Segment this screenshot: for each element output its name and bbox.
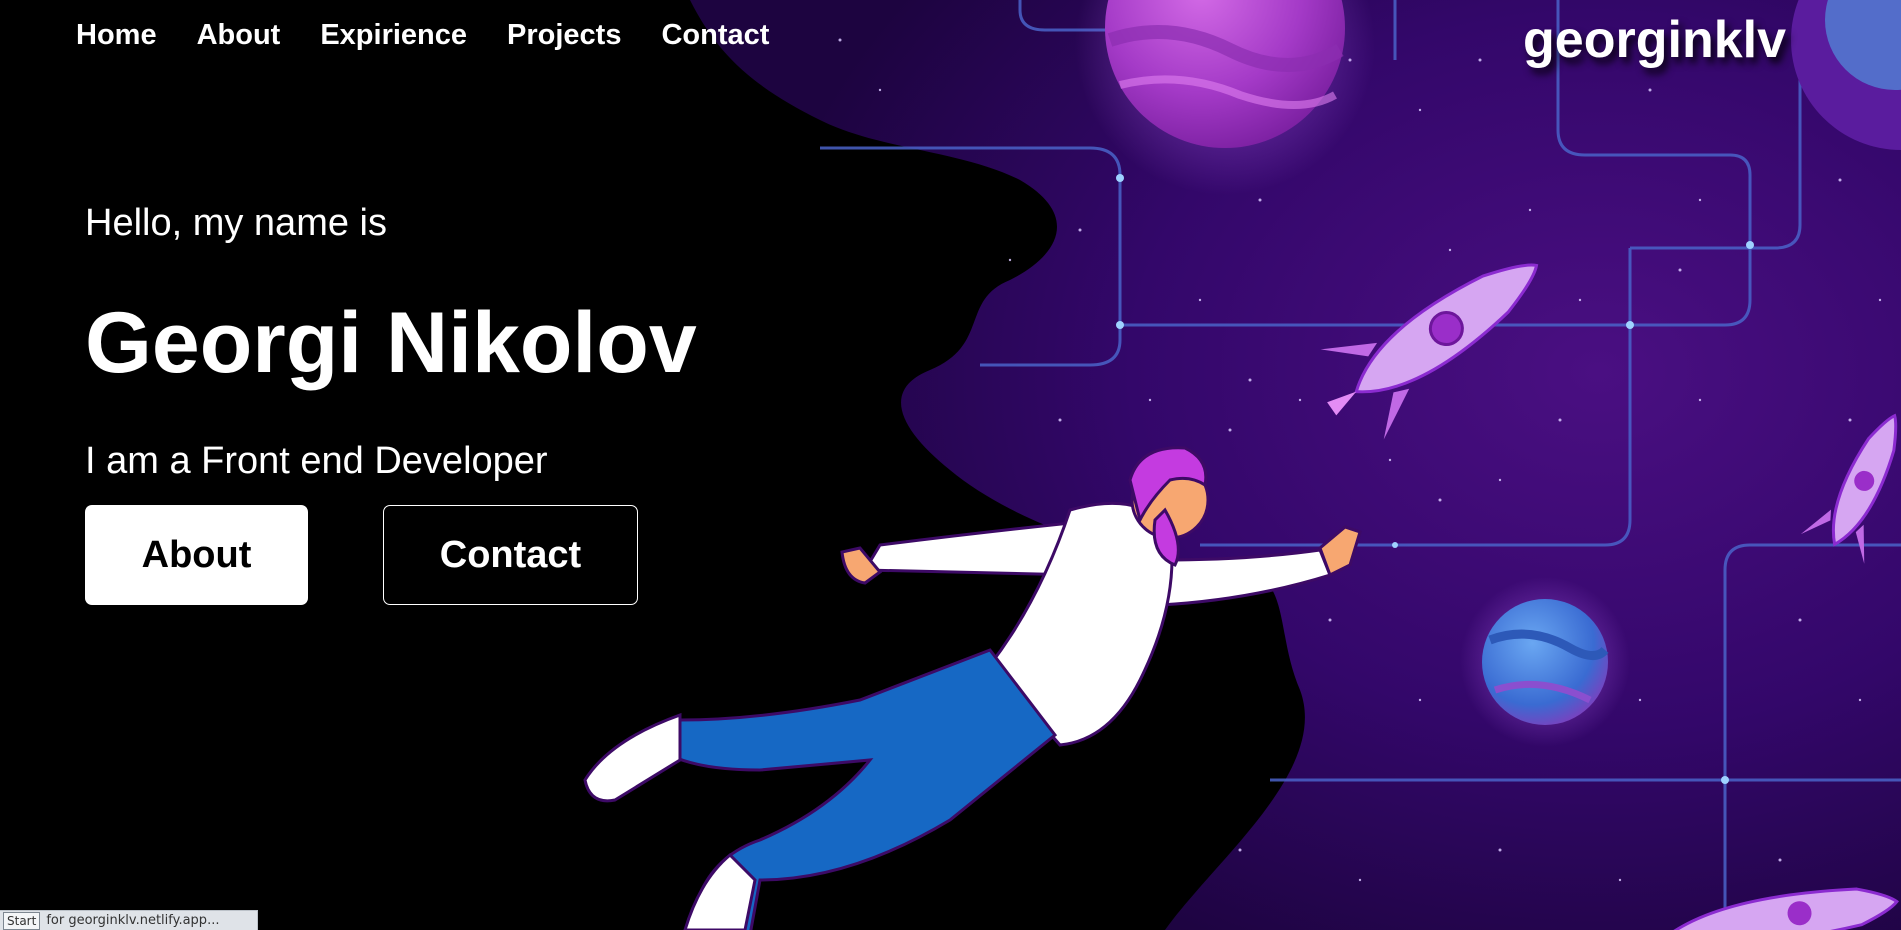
status-text: for georginklv.netlify.app...: [46, 913, 220, 928]
nav-contact-link[interactable]: Contact: [661, 19, 769, 52]
hero-greeting: Hello, my name is: [85, 202, 387, 244]
about-button[interactable]: About: [85, 505, 308, 605]
status-start-label: Start: [3, 911, 41, 930]
browser-status-bar: Start for georginklv.netlify.app...: [0, 910, 258, 930]
hero-name: Georgi Nikolov: [85, 295, 697, 391]
nav-experience-link[interactable]: Expirience: [320, 19, 467, 52]
nav-home-link[interactable]: Home: [76, 19, 157, 52]
main-nav: Home About Expirience Projects Contact: [0, 0, 900, 70]
hero-section: Hello, my name is Georgi Nikolov I am a …: [85, 195, 805, 605]
nav-about-link[interactable]: About: [197, 19, 281, 52]
brand-logo[interactable]: georginklv: [1523, 10, 1786, 70]
hero-tagline: I am a Front end Developer: [85, 440, 548, 482]
nav-projects-link[interactable]: Projects: [507, 19, 621, 52]
contact-button[interactable]: Contact: [383, 505, 638, 605]
planet-icon: [1482, 599, 1608, 725]
hero-buttons: About Contact: [85, 505, 805, 605]
